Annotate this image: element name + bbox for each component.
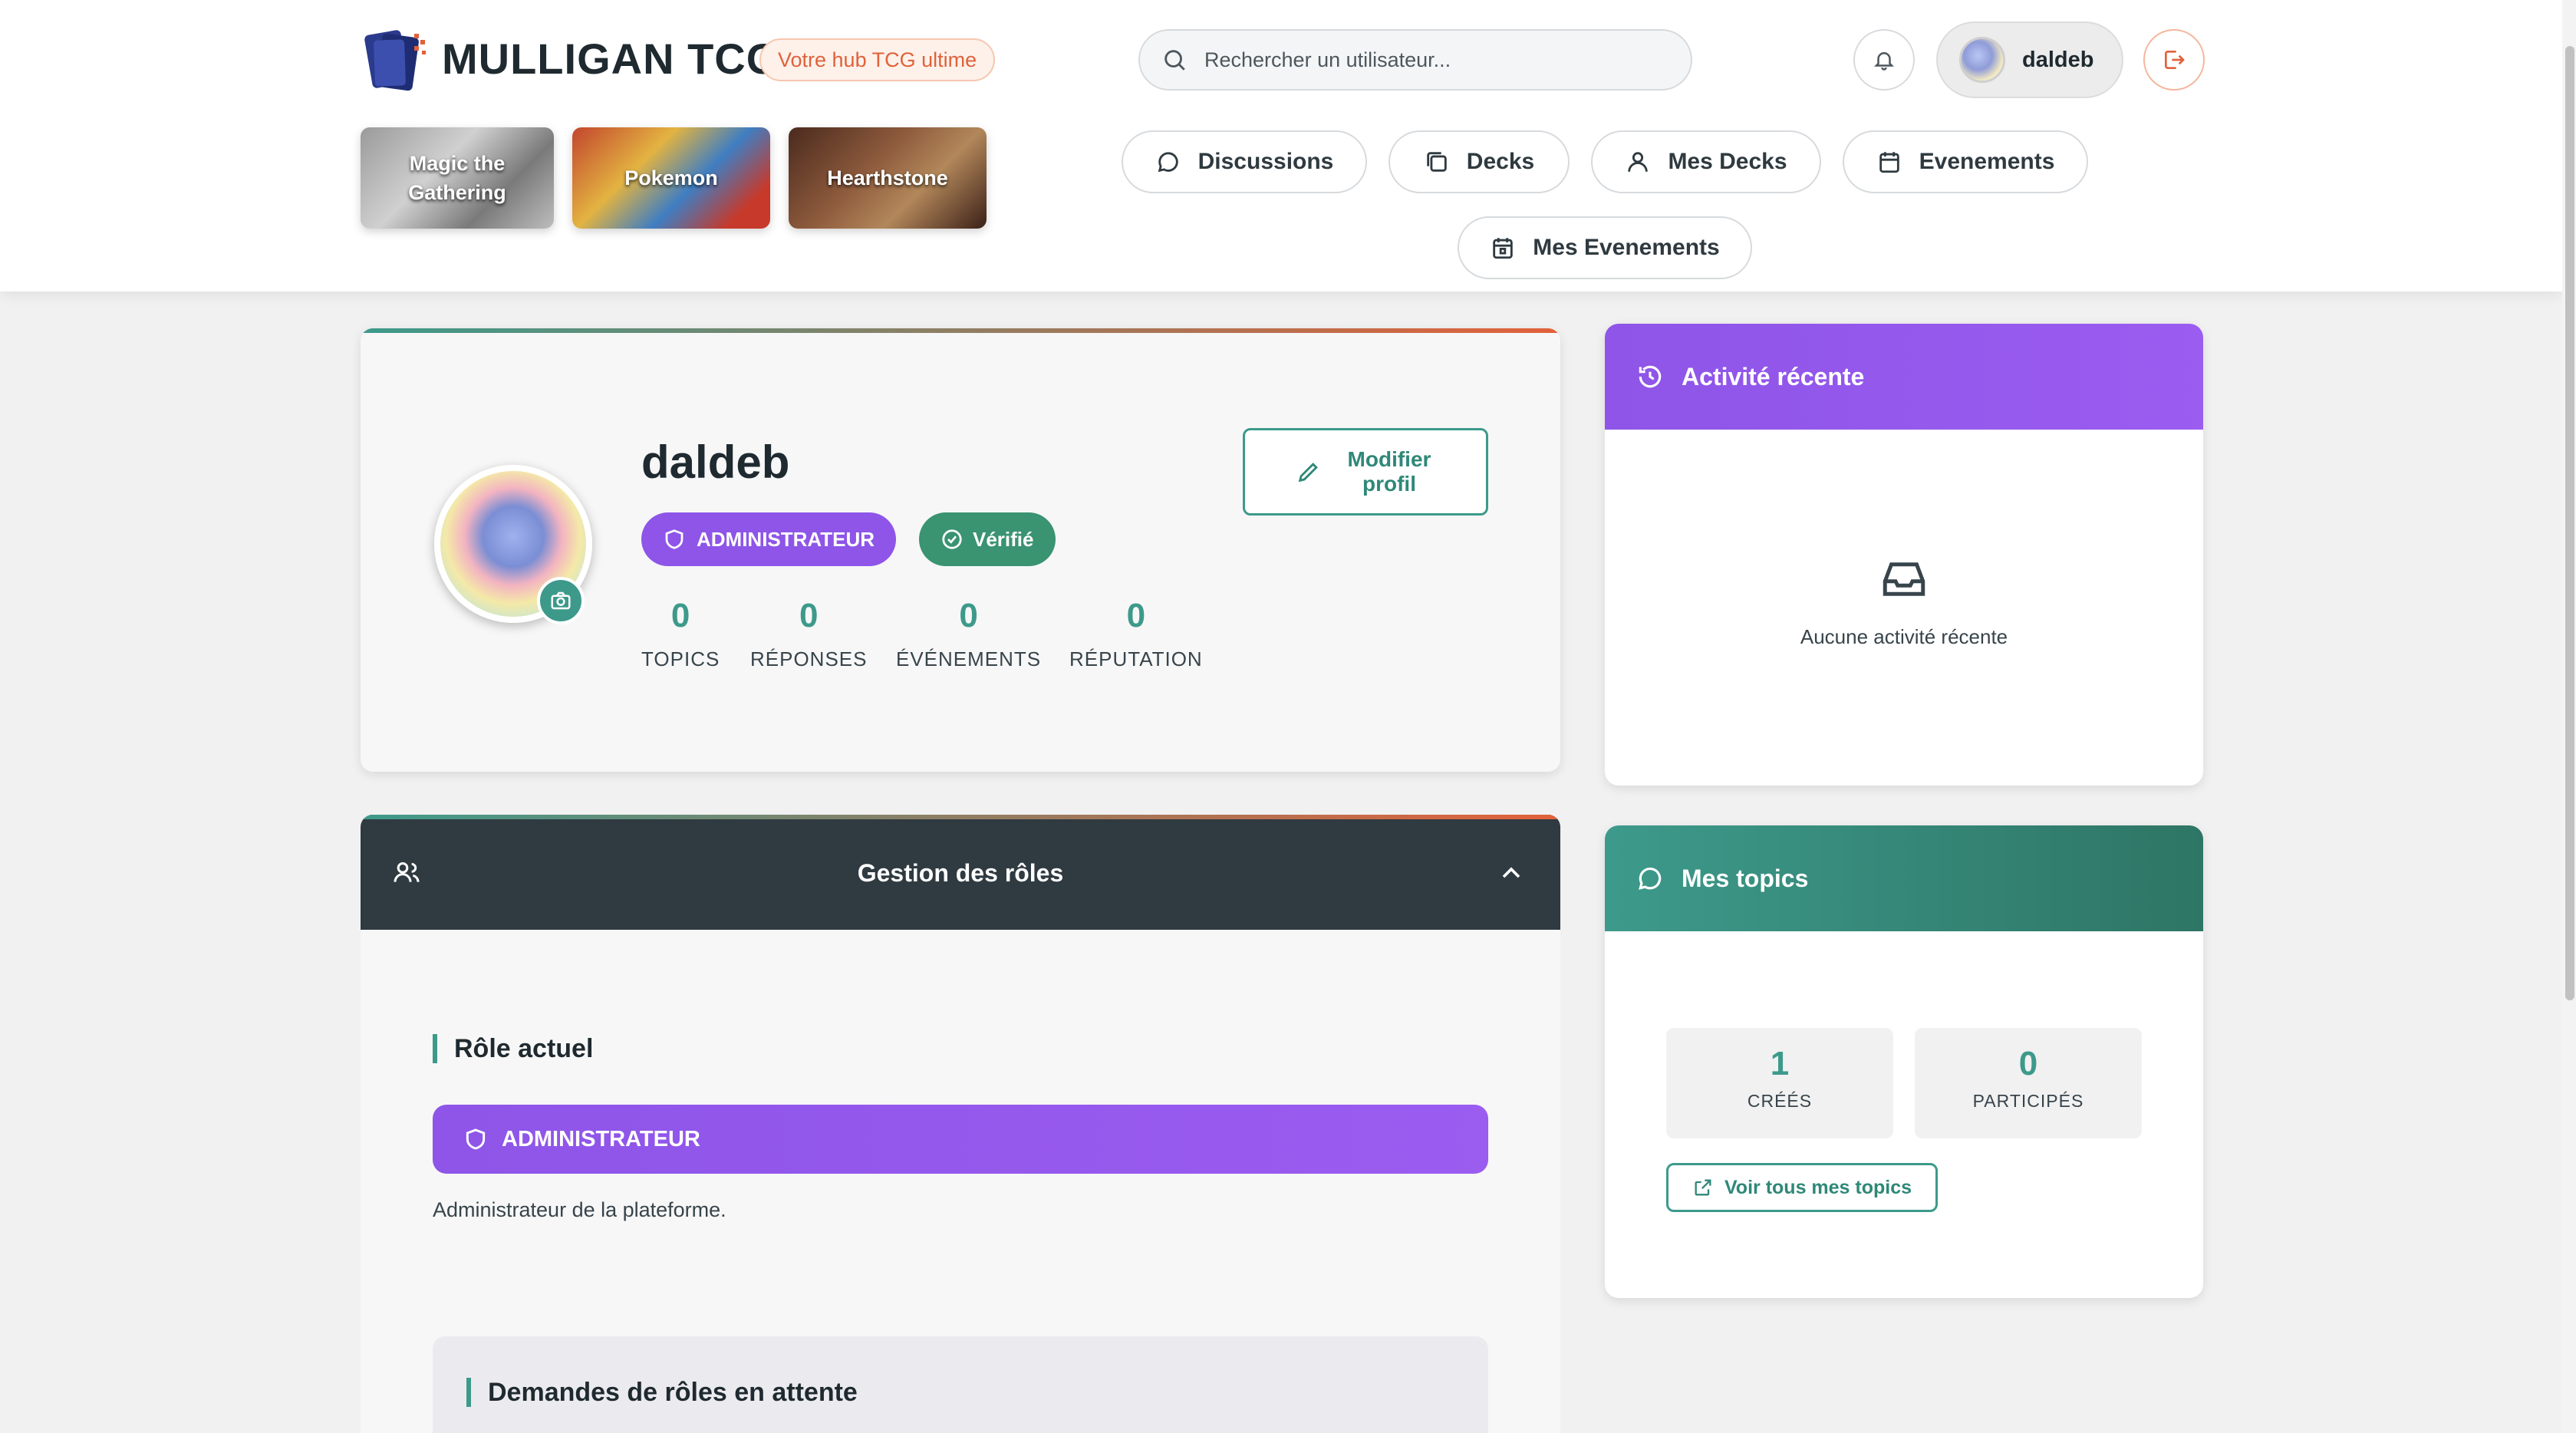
nav-my-events[interactable]: Mes Evenements	[1458, 216, 1752, 279]
role-badge: ADMINISTRATEUR	[641, 512, 897, 566]
nav-label: Mes Decks	[1668, 149, 1787, 174]
nav-decks[interactable]: Decks	[1388, 130, 1570, 193]
stat-reputation: 0 RÉPUTATION	[1069, 597, 1203, 671]
stat-label: RÉPONSES	[750, 647, 868, 670]
accent-stripe	[361, 815, 1560, 819]
edit-profile-button[interactable]: Modifier profil	[1243, 428, 1488, 516]
game-tile-label: Hearthstone	[827, 166, 948, 189]
search-input[interactable]	[1204, 48, 1665, 72]
profile-card: daldeb ADMINISTRATEUR Vérifié Modifier p…	[361, 328, 1560, 772]
edit-profile-label: Modifier profil	[1347, 447, 1431, 496]
chat-icon	[1158, 152, 1178, 173]
stat-topics: 0 TOPICS	[641, 597, 720, 671]
profile-username: daldeb	[641, 436, 790, 488]
chat-icon	[1639, 867, 1662, 890]
stat-value: 0	[670, 597, 690, 634]
logout-icon	[2165, 51, 2185, 69]
nav-discussions[interactable]: Discussions	[1122, 130, 1367, 193]
pencil-icon	[1298, 463, 1318, 483]
my-topics-card: Mes topics 1 CRÉÉS 0 PARTICIPÉS Voir tou…	[1605, 825, 2203, 1298]
avatar	[1959, 37, 2005, 83]
topics-created-stat: 1 CRÉÉS	[1666, 1028, 1893, 1138]
search-icon	[1164, 50, 1185, 71]
notifications-button[interactable]	[1853, 29, 1915, 91]
tagline-badge: Votre hub TCG ultime	[759, 38, 996, 81]
empty-state: Aucune activité récente	[1605, 554, 2203, 649]
history-icon	[1639, 365, 1662, 388]
stat-label: ÉVÉNEMENTS	[896, 647, 1042, 670]
current-role-label: ADMINISTRATEUR	[502, 1126, 700, 1151]
logo-icon[interactable]	[357, 25, 433, 97]
empty-state-text: Aucune activité récente	[1800, 625, 2008, 648]
current-role-title: Rôle actuel	[433, 1034, 593, 1063]
stat-value: 1	[1770, 1045, 1790, 1082]
scrollbar-thumb[interactable]	[2565, 46, 2574, 1000]
nav-my-decks[interactable]: Mes Decks	[1591, 130, 1821, 193]
pending-requests-box: Demandes de rôles en attente	[433, 1336, 1488, 1433]
recent-activity-card: Activité récente Aucune activité récente	[1605, 324, 2203, 786]
accent-stripe	[361, 328, 1560, 333]
shield-icon	[466, 1128, 486, 1150]
cards-icon	[1427, 152, 1447, 172]
shield-icon	[665, 529, 684, 549]
game-tile-pokemon[interactable]: Pokemon	[572, 127, 770, 229]
nav-label: Evenements	[1919, 149, 2055, 174]
external-link-icon	[1695, 1179, 1711, 1196]
inbox-icon	[1883, 562, 1925, 596]
calendar-icon	[1879, 152, 1899, 173]
user-icon	[1628, 152, 1649, 172]
recent-activity-header: Activité récente	[1605, 324, 2203, 430]
nav-label: Decks	[1466, 149, 1535, 174]
game-tile-label: Pokemon	[624, 166, 718, 189]
top-header: MULLIGAN TCG Votre hub TCG ultime daldeb…	[0, 0, 2562, 292]
my-topics-title: Mes topics	[1682, 864, 1809, 892]
recent-activity-title: Activité récente	[1682, 362, 1865, 390]
view-all-topics-button[interactable]: Voir tous mes topics	[1666, 1163, 1938, 1212]
verified-label: Vérifié	[973, 527, 1034, 551]
stat-replies: 0 RÉPONSES	[750, 597, 868, 671]
calendar-check-icon	[1493, 238, 1514, 259]
user-menu-button[interactable]: daldeb	[1936, 21, 2123, 98]
my-topics-header: Mes topics	[1605, 825, 2203, 931]
stat-label: PARTICIPÉS	[1972, 1091, 2084, 1111]
stat-label: RÉPUTATION	[1069, 647, 1203, 670]
topics-participated-stat: 0 PARTICIPÉS	[1915, 1028, 2142, 1138]
stat-label: TOPICS	[641, 647, 720, 670]
pending-requests-title: Demandes de rôles en attente	[466, 1378, 858, 1407]
chevron-up-icon[interactable]	[1496, 858, 1527, 888]
logout-button[interactable]	[2143, 29, 2205, 91]
nav-label: Mes Evenements	[1533, 235, 1720, 260]
stat-value: 0	[1126, 597, 1146, 634]
stat-events: 0 ÉVÉNEMENTS	[896, 597, 1041, 671]
brand-title[interactable]: MULLIGAN TCG	[442, 34, 780, 84]
camera-icon	[551, 591, 571, 610]
roles-card: Gestion des rôles Rôle actuel ADMINISTRA…	[361, 815, 1560, 1433]
current-role-description: Administrateur de la plateforme.	[433, 1198, 726, 1221]
change-avatar-button[interactable]	[537, 577, 585, 624]
check-circle-icon	[942, 529, 962, 549]
stat-value: 0	[2018, 1045, 2038, 1082]
user-search-box[interactable]	[1138, 29, 1692, 91]
nav-events[interactable]: Evenements	[1843, 130, 2088, 193]
verified-badge: Vérifié	[919, 512, 1056, 566]
role-badge-label: ADMINISTRATEUR	[697, 527, 875, 551]
view-all-topics-label: Voir tous mes topics	[1724, 1176, 1912, 1198]
roles-header[interactable]: Gestion des rôles	[361, 815, 1560, 930]
stat-value: 0	[799, 597, 819, 634]
game-tile-hearthstone[interactable]: Hearthstone	[789, 127, 987, 229]
stat-value: 0	[959, 597, 978, 634]
bell-icon	[1873, 52, 1895, 71]
stat-label: CRÉÉS	[1747, 1091, 1813, 1111]
game-tile-label: Magic the Gathering	[408, 152, 506, 204]
nav-label: Discussions	[1197, 149, 1334, 174]
roles-title: Gestion des rôles	[857, 859, 1064, 887]
game-tile-magic[interactable]: Magic the Gathering	[361, 127, 554, 229]
user-name: daldeb	[2022, 47, 2094, 72]
current-role-bar: ADMINISTRATEUR	[433, 1105, 1488, 1174]
